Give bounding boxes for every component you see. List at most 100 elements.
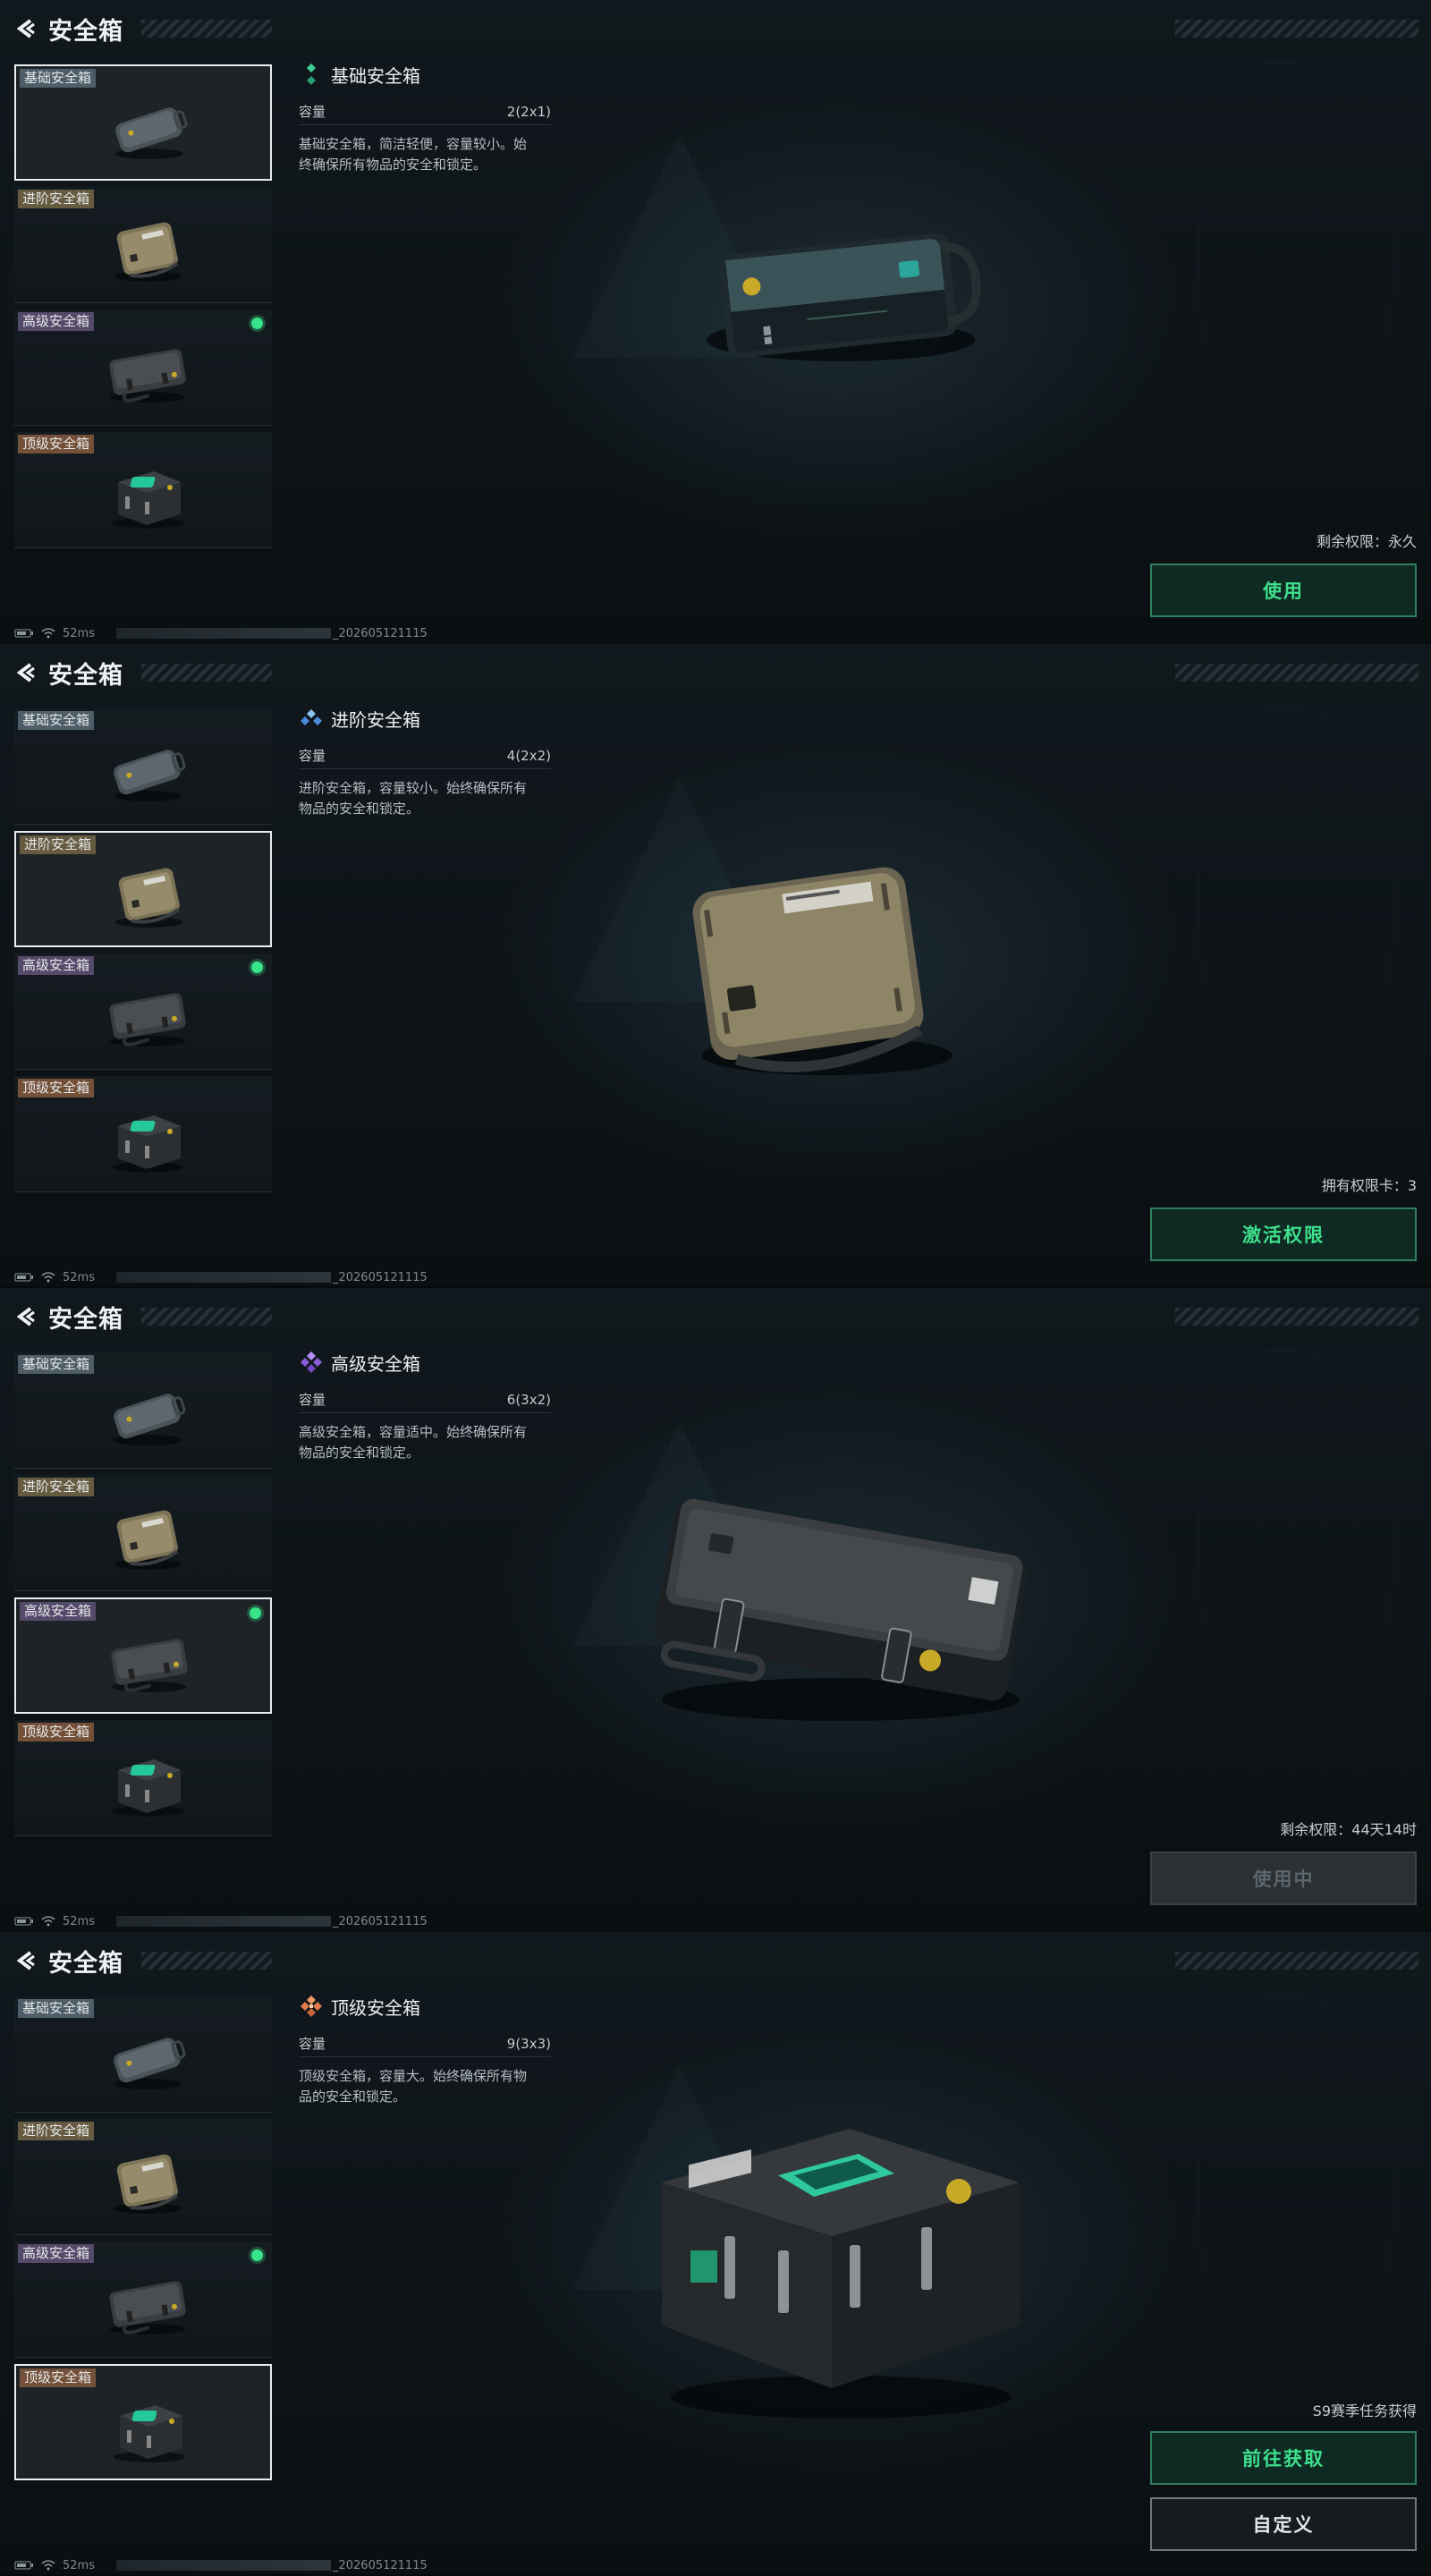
wifi-icon [41, 1272, 55, 1283]
capacity-row: 容量 4(2x2) [299, 742, 551, 769]
header-hatch [141, 20, 272, 38]
blurred-id [115, 628, 331, 639]
ping-text: 52ms [63, 626, 95, 640]
case-model-top [662, 2129, 1020, 2419]
in-use-button[interactable]: 使用中 [1150, 1852, 1417, 1905]
ping-text: 52ms [63, 1270, 95, 1284]
case-thumbnail-basic [98, 733, 197, 809]
case-item-basic[interactable]: 基础安全箱 [14, 1996, 272, 2113]
wifi-icon [41, 1916, 55, 1927]
page-title: 安全箱 [48, 1305, 123, 1333]
build-id: _202605121115 [332, 1270, 428, 1284]
case-item-basic[interactable]: 基础安全箱 [14, 1352, 272, 1469]
case-item-advanced[interactable]: 进阶安全箱 [14, 1475, 272, 1591]
header: 安全箱 [13, 1301, 123, 1333]
case-thumbnail-senior [98, 2267, 197, 2342]
permission-card-info: 拥有权限卡：3 [1321, 1177, 1417, 1194]
blurred-id [115, 2560, 331, 2571]
customize-button[interactable]: 自定义 [1150, 2497, 1417, 2551]
case-item-senior[interactable]: 高级安全箱 [14, 1597, 272, 1714]
description-line: 顶级安全箱，容量大。始终确保所有物 [299, 2068, 528, 2084]
case-label: 基础安全箱 [18, 1355, 95, 1374]
case-label: 顶级安全箱 [18, 1079, 95, 1097]
active-dot-icon [251, 2250, 263, 2261]
status-bar: 52ms _202605121115 [14, 626, 428, 640]
case-label: 高级安全箱 [18, 956, 95, 975]
description-line: 物品的安全和锁定。 [299, 1445, 420, 1461]
case-thumbnail-senior [100, 1624, 199, 1699]
active-dot-icon [251, 318, 263, 329]
case-name: 高级安全箱 [331, 1352, 420, 1375]
capacity-value: 2(2x1) [506, 103, 551, 120]
activate-permission-button[interactable]: 激活权限 [1150, 1208, 1417, 1261]
back-arrow-icon [16, 1951, 35, 1970]
case-thumbnail-basic [98, 1377, 197, 1453]
case-thumbnail-top [100, 2391, 199, 2466]
case-name: 基础安全箱 [331, 64, 420, 87]
page-title: 安全箱 [48, 1949, 123, 1977]
back-button[interactable] [13, 1947, 39, 1974]
active-dot-icon [250, 1607, 261, 1619]
description-line: 终确保所有物品的安全和锁定。 [299, 157, 487, 173]
case-item-basic[interactable]: 基础安全箱 [14, 708, 272, 825]
page-title: 安全箱 [48, 661, 123, 689]
header-hatch-right [1175, 20, 1418, 38]
case-item-top[interactable]: 顶级安全箱 [14, 432, 272, 548]
case-model-basic [707, 233, 981, 361]
permission-info: 剩余权限：永久 [1316, 533, 1417, 550]
capacity-label: 容量 [299, 1392, 326, 1408]
case-label: 基础安全箱 [18, 711, 95, 730]
header: 安全箱 [13, 657, 123, 689]
case-item-senior[interactable]: 高级安全箱 [14, 953, 272, 1070]
capacity-row: 容量 6(3x2) [299, 1386, 551, 1413]
blurred-id [115, 1916, 331, 1927]
back-button[interactable] [13, 15, 39, 42]
case-item-senior[interactable]: 高级安全箱 [14, 309, 272, 426]
build-id: _202605121115 [332, 626, 428, 640]
active-dot-icon [251, 962, 263, 973]
case-label: 基础安全箱 [18, 1999, 95, 2018]
case-list: 基础安全箱 进阶安全箱 高级安全箱 顶级安全箱 [14, 708, 272, 1199]
case-item-top[interactable]: 顶级安全箱 [14, 2364, 272, 2480]
go-obtain-button[interactable]: 前往获取 [1150, 2431, 1417, 2485]
back-arrow-icon [16, 663, 35, 682]
case-item-advanced[interactable]: 进阶安全箱 [14, 187, 272, 303]
battery-icon [14, 1272, 34, 1283]
case-list: 基础安全箱 进阶安全箱 高级安全箱 顶级安全箱 [14, 1996, 272, 2487]
case-label: 顶级安全箱 [18, 1723, 95, 1741]
ping-text: 52ms [63, 2558, 95, 2572]
case-details: 进阶安全箱 容量 4(2x2) 进阶安全箱，容量较小。始终确保所有 物品的安全和… [299, 703, 551, 819]
wifi-icon [41, 2560, 55, 2571]
capacity-label: 容量 [299, 748, 326, 764]
battery-icon [14, 628, 34, 639]
description-line: 高级安全箱，容量适中。始终确保所有 [299, 1424, 528, 1440]
rarity-basic-icon [307, 64, 316, 85]
case-thumbnail-advanced [100, 858, 199, 933]
blurred-id [115, 1272, 331, 1283]
case-item-basic[interactable]: 基础安全箱 [14, 64, 272, 181]
case-thumbnail-top [98, 457, 197, 532]
case-item-advanced[interactable]: 进阶安全箱 [14, 2119, 272, 2235]
case-details: 基础安全箱 容量 2(2x1) 基础安全箱，简洁轻便，容量较小。始 终确保所有物… [299, 59, 551, 175]
case-label: 顶级安全箱 [20, 2368, 97, 2387]
case-item-top[interactable]: 顶级安全箱 [14, 1720, 272, 1836]
back-button[interactable] [13, 1303, 39, 1330]
case-model-senior [654, 1498, 1028, 1721]
case-thumbnail-advanced [98, 212, 197, 287]
panel-basic: 安全箱 基础安全箱 进阶安全箱 高级安全箱 顶级安全箱 基础安全箱 容量 2(2… [0, 0, 1431, 644]
back-button[interactable] [13, 659, 39, 686]
case-item-top[interactable]: 顶级安全箱 [14, 1076, 272, 1192]
use-button[interactable]: 使用 [1150, 564, 1417, 617]
case-item-advanced[interactable]: 进阶安全箱 [14, 831, 272, 947]
case-description: 顶级安全箱，容量大。始终确保所有物 品的安全和锁定。 [299, 2066, 551, 2107]
description-line: 物品的安全和锁定。 [299, 801, 420, 817]
case-label: 进阶安全箱 [20, 835, 97, 854]
back-arrow-icon [16, 1307, 35, 1326]
case-label: 高级安全箱 [18, 2244, 95, 2263]
panel-advanced: 安全箱 基础安全箱 进阶安全箱 高级安全箱 顶级安全箱 进阶安全箱 容量 4(2… [0, 644, 1431, 1288]
case-thumbnail-basic [100, 91, 199, 166]
battery-icon [14, 1916, 34, 1927]
case-item-senior[interactable]: 高级安全箱 [14, 2241, 272, 2358]
capacity-row: 容量 2(2x1) [299, 98, 551, 125]
background-map [1198, 1995, 1395, 2370]
